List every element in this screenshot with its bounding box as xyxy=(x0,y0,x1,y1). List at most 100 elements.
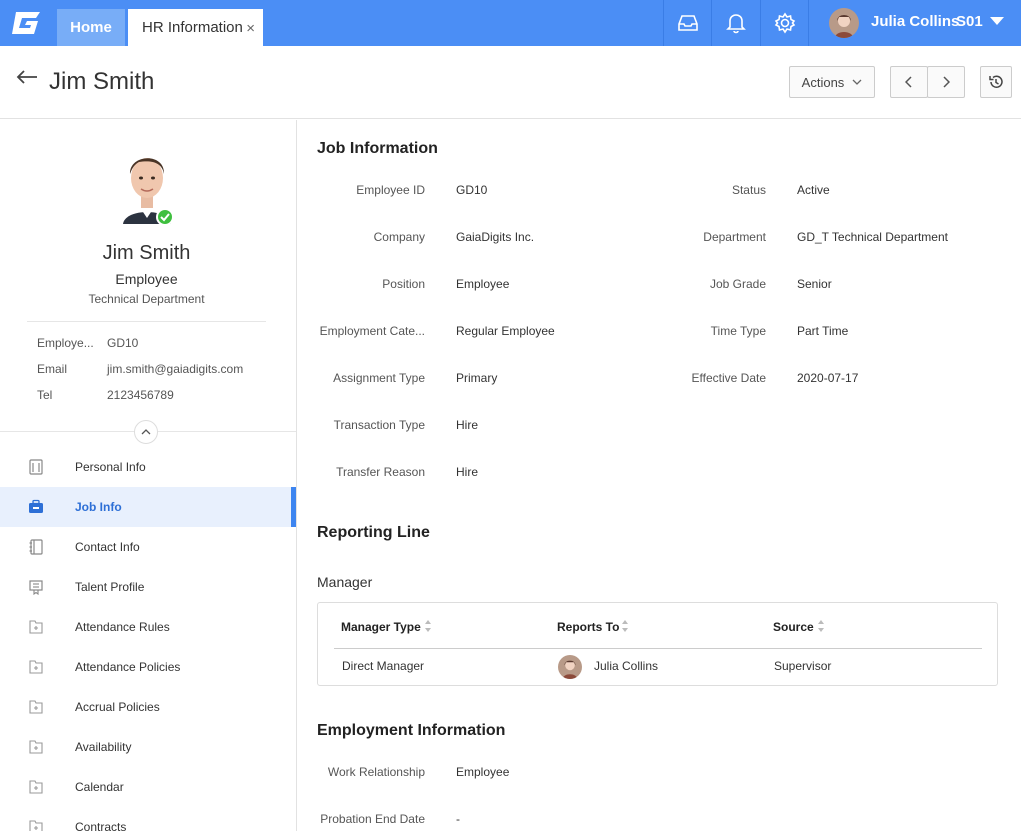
chevron-down-icon xyxy=(990,17,1004,25)
user-code: S01 xyxy=(956,13,983,30)
verified-check-icon xyxy=(156,208,174,226)
user-menu[interactable]: Julia Collins S01 xyxy=(808,0,1021,46)
transfer-reason-value: Hire xyxy=(456,465,479,479)
field-label: Transaction Type xyxy=(333,418,425,432)
certificate-icon xyxy=(29,580,43,595)
transaction-type-value: Hire xyxy=(456,418,479,432)
inbox-button[interactable] xyxy=(663,0,711,46)
sidebar-item-label: Job Info xyxy=(75,500,122,514)
actions-button[interactable]: Actions xyxy=(789,66,875,98)
close-icon[interactable]: × xyxy=(246,20,255,37)
bell-icon xyxy=(725,14,746,34)
gear-icon xyxy=(774,12,795,34)
history-icon xyxy=(989,75,1003,88)
field-value: jim.smith@gaiadigits.com xyxy=(107,362,244,376)
collapse-profile-button[interactable] xyxy=(134,420,158,444)
person-card-icon xyxy=(29,459,43,475)
chevron-down-icon xyxy=(852,79,862,85)
employee-name: Jim Smith xyxy=(102,242,191,264)
job-information-heading: Job Information xyxy=(317,140,438,157)
profile-tel: Tel 2123456789 xyxy=(37,388,174,402)
field-label: Position xyxy=(382,277,425,291)
folder-plus-icon xyxy=(29,620,43,634)
employee-role: Employee xyxy=(115,271,178,287)
previous-record-button[interactable] xyxy=(890,66,928,98)
sidebar-item-label: Contracts xyxy=(75,820,127,831)
field-label: Effective Date xyxy=(691,371,766,385)
sidebar-item-label: Attendance Policies xyxy=(75,660,181,674)
sidebar-item-attendance-rules[interactable]: Attendance Rules xyxy=(0,607,296,647)
manager-table: Manager Type Reports To Source Direct Ma… xyxy=(317,602,998,686)
column-header-manager-type[interactable]: Manager Type xyxy=(341,620,421,634)
field-label: Employee ID xyxy=(356,183,425,197)
sidebar-item-calendar[interactable]: Calendar xyxy=(0,767,296,807)
chevron-right-icon xyxy=(943,76,950,88)
employment-category-value: Regular Employee xyxy=(456,324,555,338)
field-label: Job Grade xyxy=(709,277,766,291)
notification-button[interactable] xyxy=(711,0,759,46)
next-record-button[interactable] xyxy=(927,66,965,98)
field-label: Department xyxy=(703,230,766,244)
actions-label: Actions xyxy=(801,74,845,90)
position-value: Employee xyxy=(456,277,510,291)
assignment-type-value: Primary xyxy=(456,371,498,385)
manager-subheading: Manager xyxy=(317,574,373,590)
field-label: Time Type xyxy=(710,324,766,338)
sidebar-item-label: Availability xyxy=(75,740,132,754)
column-header-reports-to[interactable]: Reports To xyxy=(557,620,619,634)
company-value: GaiaDigits Inc. xyxy=(456,230,535,244)
field-label: Probation End Date xyxy=(320,812,425,826)
employee-id-value: GD10 xyxy=(456,183,488,197)
history-button[interactable] xyxy=(980,66,1012,98)
source-cell: Supervisor xyxy=(774,659,832,673)
tab-home[interactable]: Home xyxy=(57,9,125,46)
user-name: Julia Collins xyxy=(871,13,960,30)
folder-plus-icon xyxy=(29,820,43,831)
folder-plus-icon xyxy=(29,700,43,714)
app-logo-icon[interactable] xyxy=(10,10,42,36)
folder-plus-icon xyxy=(29,740,43,754)
sidebar-item-availability[interactable]: Availability xyxy=(0,727,296,767)
sidebar-item-label: Calendar xyxy=(75,780,124,794)
column-header-source[interactable]: Source xyxy=(773,620,814,634)
back-arrow-icon[interactable] xyxy=(15,69,39,85)
sidebar-item-contracts[interactable]: Contracts xyxy=(0,807,296,831)
sidebar-item-attendance-policies[interactable]: Attendance Policies xyxy=(0,647,296,687)
field-label: Assignment Type xyxy=(333,371,425,385)
manager-type-cell: Direct Manager xyxy=(342,659,425,673)
chevron-up-icon xyxy=(141,429,151,435)
chevron-left-icon xyxy=(905,76,912,88)
sidebar-item-talent-profile[interactable]: Talent Profile xyxy=(0,567,296,607)
address-book-icon xyxy=(29,539,43,555)
profile-sidebar: Jim Smith Employee Technical Department … xyxy=(0,120,297,831)
sort-icon[interactable] xyxy=(621,619,629,633)
sidebar-item-label: Talent Profile xyxy=(75,580,145,594)
reports-to-cell[interactable]: Julia Collins xyxy=(594,659,658,673)
profile-employee-id: Employe... GD10 xyxy=(37,336,138,350)
divider xyxy=(27,321,266,322)
field-label: Work Relationship xyxy=(327,765,425,779)
sidebar-item-job-info[interactable]: Job Info xyxy=(0,487,296,527)
field-label: Employe... xyxy=(37,336,94,350)
inbox-icon xyxy=(677,15,698,31)
sidebar-item-label: Accrual Policies xyxy=(75,700,160,714)
sidebar-item-personal-info[interactable]: Personal Info xyxy=(0,447,296,487)
avatar xyxy=(829,8,859,38)
page-header: Jim Smith Actions xyxy=(0,46,1021,119)
field-label: Company xyxy=(373,230,425,244)
top-bar: Home HR Information × Julia Collins S01 xyxy=(0,0,1021,46)
folder-plus-icon xyxy=(29,660,43,674)
sort-icon[interactable] xyxy=(817,619,825,633)
sidebar-item-contact-info[interactable]: Contact Info xyxy=(0,527,296,567)
sidebar-item-label: Contact Info xyxy=(75,540,140,554)
field-label: Email xyxy=(37,362,68,376)
tab-hr-information[interactable]: HR Information × xyxy=(128,9,263,46)
sidebar-item-label: Personal Info xyxy=(75,460,146,474)
avatar xyxy=(558,655,582,679)
settings-button[interactable] xyxy=(760,0,808,46)
sort-icon[interactable] xyxy=(424,619,432,633)
tab-home-label: Home xyxy=(70,19,112,36)
briefcase-icon xyxy=(29,499,43,513)
profile-email: Email jim.smith@gaiadigits.com xyxy=(37,362,243,376)
sidebar-item-accrual-policies[interactable]: Accrual Policies xyxy=(0,687,296,727)
